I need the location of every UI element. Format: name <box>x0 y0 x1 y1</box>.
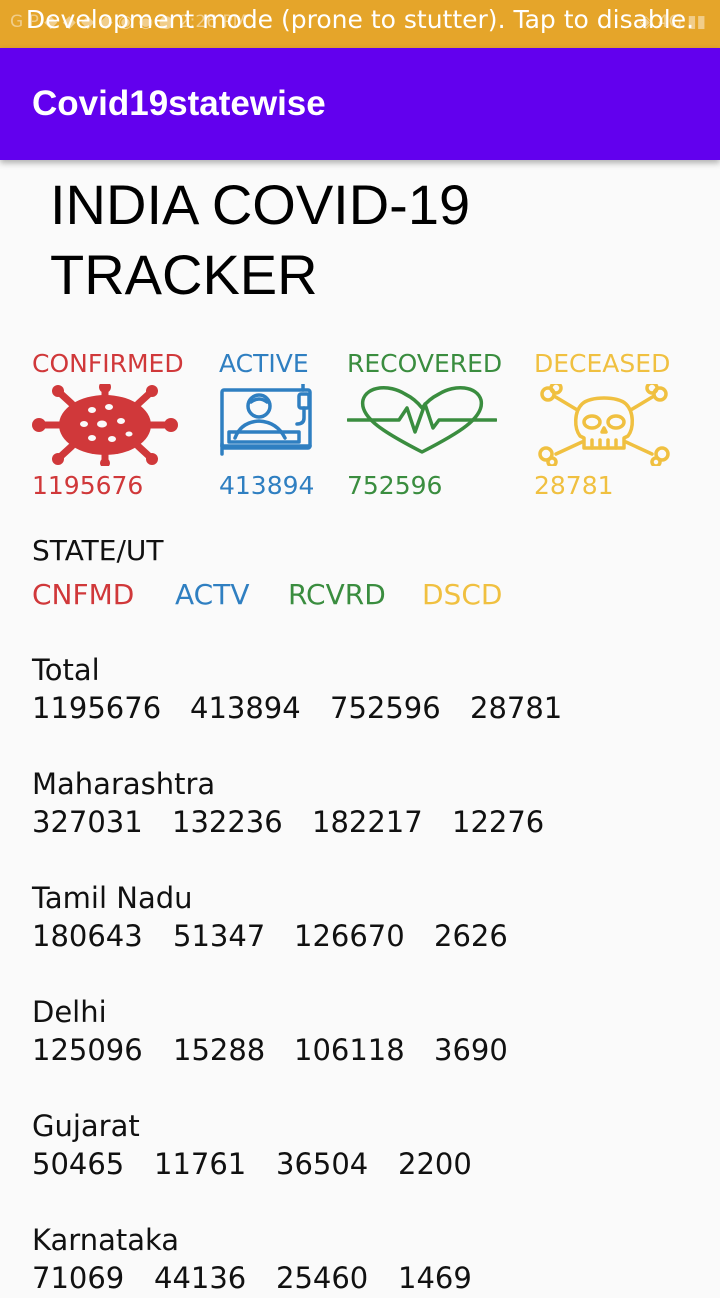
active-label: ACTIVE <box>219 349 309 378</box>
confirmed-count: 1195676 <box>32 691 162 725</box>
confirmed-column-label: CNFMD <box>32 578 135 611</box>
list-item: Total 1195676 413894 752596 28781 <box>32 652 562 728</box>
deceased-label: DECEASED <box>534 349 671 378</box>
recovered-count: 126670 <box>294 919 405 953</box>
skull-icon <box>538 384 670 466</box>
deceased-stat: DECEASED 28781 <box>534 348 674 502</box>
development-mode-banner[interactable]: Development mode (prone to stutter). Tap… <box>0 5 720 34</box>
state-values: 71069 44136 25460 1469 <box>32 1258 472 1298</box>
list-item: Maharashtra 327031 132236 182217 12276 <box>32 766 544 842</box>
deceased-count: 3690 <box>434 1033 508 1067</box>
state-name: Total <box>32 653 100 687</box>
deceased-column-label: DSCD <box>422 578 503 611</box>
active-count: 11761 <box>154 1147 247 1181</box>
active-count: 15288 <box>173 1033 266 1067</box>
deceased-count: 2200 <box>398 1147 472 1181</box>
deceased-count: 2626 <box>434 919 508 953</box>
deceased-count: 1469 <box>398 1261 472 1295</box>
active-column-label: ACTV <box>175 578 250 611</box>
recovered-column-label: RCVRD <box>288 578 386 611</box>
state-values: 180643 51347 126670 2626 <box>32 916 508 956</box>
recovered-count: 36504 <box>276 1147 369 1181</box>
state-values: 125096 15288 106118 3690 <box>32 1030 508 1070</box>
recovered-label: RECOVERED <box>347 349 503 378</box>
state-values: 50465 11761 36504 2200 <box>32 1144 472 1184</box>
status-bar: G P ◆ ◆ ◆ ◆ ◉ ◉ ● 2:26 PM ◈ 4G ▮▮ Develo… <box>0 0 720 48</box>
confirmed-count: 125096 <box>32 1033 143 1067</box>
active-value: 413894 <box>219 471 315 500</box>
deceased-value: 28781 <box>534 471 614 500</box>
page-title: INDIA COVID-19 TRACKER <box>50 173 471 306</box>
heartbeat-icon <box>347 386 497 454</box>
confirmed-count: 71069 <box>32 1261 125 1295</box>
state-values: 1195676 413894 752596 28781 <box>32 688 562 728</box>
list-item: Delhi 125096 15288 106118 3690 <box>32 994 508 1070</box>
state-name: Gujarat <box>32 1109 140 1143</box>
recovered-count: 106118 <box>294 1033 405 1067</box>
state-values: 327031 132236 182217 12276 <box>32 802 544 842</box>
active-stat: ACTIVE 413894 <box>219 348 319 502</box>
confirmed-label: CONFIRMED <box>32 349 184 378</box>
state-name: Delhi <box>32 995 107 1029</box>
recovered-stat: RECOVERED 752596 <box>347 348 502 502</box>
list-item: Karnataka 71069 44136 25460 1469 <box>32 1222 472 1298</box>
recovered-count: 182217 <box>312 805 423 839</box>
recovered-count: 752596 <box>330 691 441 725</box>
active-count: 413894 <box>190 691 301 725</box>
confirmed-count: 180643 <box>32 919 143 953</box>
state-ut-heading: STATE/UT <box>32 534 164 567</box>
confirmed-count: 327031 <box>32 805 143 839</box>
list-item: Tamil Nadu 180643 51347 126670 2626 <box>32 880 508 956</box>
app-title: Covid19statewise <box>32 84 326 123</box>
active-count: 51347 <box>173 919 266 953</box>
virus-icon <box>32 384 178 466</box>
app-bar: Covid19statewise <box>0 48 720 160</box>
list-item: Gujarat 50465 11761 36504 2200 <box>32 1108 472 1184</box>
patient-bed-icon <box>220 384 312 456</box>
confirmed-count: 50465 <box>32 1147 125 1181</box>
state-name: Maharashtra <box>32 767 216 801</box>
recovered-count: 25460 <box>276 1261 369 1295</box>
deceased-count: 28781 <box>470 691 563 725</box>
recovered-value: 752596 <box>347 471 443 500</box>
state-name: Tamil Nadu <box>32 881 193 915</box>
active-count: 44136 <box>154 1261 247 1295</box>
confirmed-value: 1195676 <box>32 471 144 500</box>
confirmed-stat: CONFIRMED 1195676 <box>32 348 184 502</box>
active-count: 132236 <box>172 805 283 839</box>
deceased-count: 12276 <box>452 805 545 839</box>
state-name: Karnataka <box>32 1223 180 1257</box>
